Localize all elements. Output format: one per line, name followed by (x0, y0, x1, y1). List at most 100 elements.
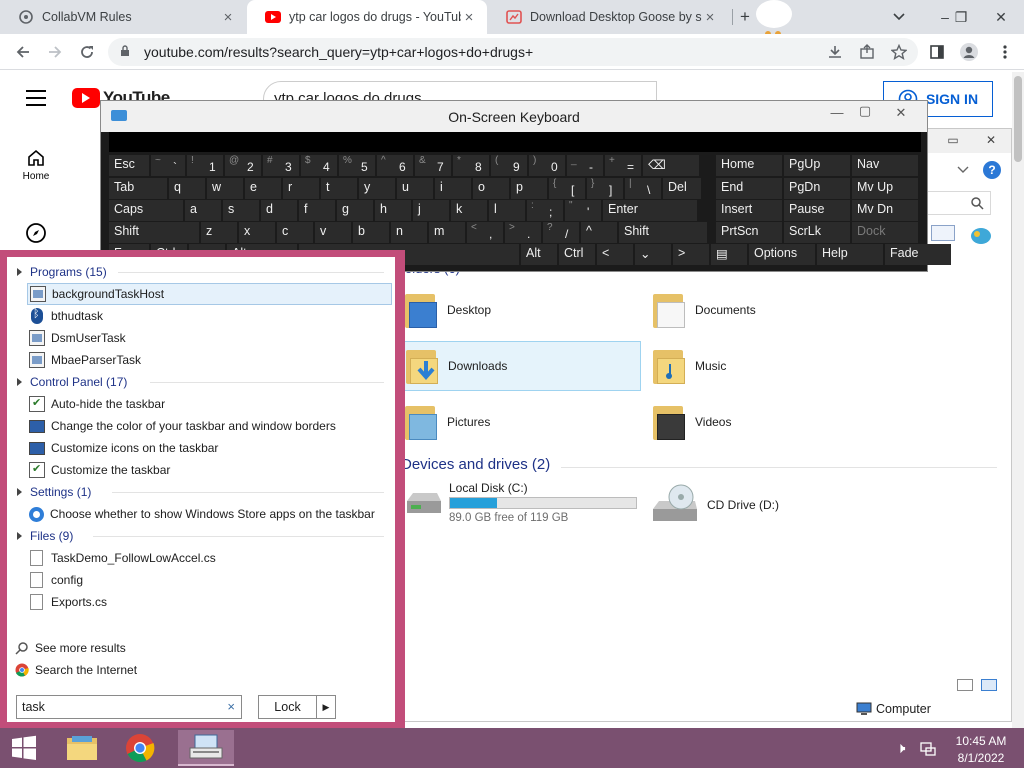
address-bar[interactable]: youtube.com/results?search_query=ytp+car… (108, 38, 918, 66)
osk-key[interactable]: Mv Up (852, 178, 918, 199)
osk-key[interactable]: z (201, 222, 237, 243)
search-result-item[interactable]: DsmUserTask (27, 327, 392, 349)
osk-key[interactable]: Caps (109, 200, 183, 221)
osk-key[interactable]: Home (716, 155, 782, 176)
folder-pictures[interactable]: Pictures (403, 401, 641, 443)
result-category-header[interactable]: Control Panel (17) (17, 375, 127, 389)
osk-key[interactable]: Help (817, 244, 883, 265)
osk-key[interactable]: m (429, 222, 465, 243)
close-tab-icon[interactable]: × (461, 9, 477, 26)
view-icon[interactable] (931, 225, 955, 241)
osk-key[interactable]: h (375, 200, 411, 221)
osk-key[interactable]: }] (587, 178, 623, 199)
osk-key[interactable]: ~ ` (151, 155, 185, 176)
result-category-header[interactable]: Settings (1) (17, 485, 91, 499)
clear-search-icon[interactable]: × (227, 699, 235, 714)
search-result-item[interactable]: config (27, 569, 392, 591)
result-category-header[interactable]: Programs (15) (17, 265, 107, 279)
folder-music[interactable]: Music (651, 345, 889, 387)
osk-key[interactable]: > (673, 244, 709, 265)
help-icon[interactable]: ? (983, 161, 1001, 179)
explorer-close-button[interactable]: ✕ (969, 129, 1013, 153)
see-more-results-link[interactable]: See more results (15, 641, 126, 655)
search-result-item[interactable]: Change the color of your taskbar and win… (27, 415, 392, 437)
osk-key[interactable]: ) 0 (529, 155, 565, 176)
osk-key[interactable]: >. (505, 222, 541, 243)
tab-desktop-goose[interactable]: Download Desktop Goose by sam × (488, 0, 728, 34)
osk-key[interactable]: Del (663, 178, 701, 199)
bookmark-star-icon[interactable] (886, 39, 912, 65)
dropdown-chevron-icon[interactable] (957, 163, 971, 177)
close-window-button[interactable]: ✕ (984, 0, 1018, 34)
osk-key[interactable]: Enter (603, 200, 697, 221)
osk-key[interactable]: <, (467, 222, 503, 243)
drive-local-disk-c[interactable]: Local Disk (C:) 89.0 GB free of 119 GB (403, 481, 643, 529)
osk-key[interactable]: f (299, 200, 335, 221)
forward-arrow-icon[interactable] (42, 39, 68, 65)
osk-key[interactable]: l (489, 200, 525, 221)
close-tab-icon[interactable]: × (702, 9, 718, 26)
osk-key[interactable]: % 5 (339, 155, 375, 176)
folder-desktop[interactable]: Desktop (403, 289, 641, 331)
scrollbar-thumb[interactable] (1014, 76, 1022, 162)
taskbar-chrome[interactable] (112, 730, 168, 766)
osk-key[interactable]: ⌄ (635, 244, 671, 265)
osk-key[interactable]: k (451, 200, 487, 221)
osk-key[interactable]: g (337, 200, 373, 221)
osk-key[interactable]: j (413, 200, 449, 221)
drive-cd-d[interactable]: CD Drive (D:) (651, 481, 889, 529)
network-icon[interactable] (920, 740, 936, 759)
osk-key[interactable]: ^ (581, 222, 617, 243)
osk-key[interactable]: Ctrl (559, 244, 595, 265)
osk-key[interactable]: ? / (543, 222, 579, 243)
osk-key[interactable]: ! 1 (187, 155, 223, 176)
osk-key[interactable]: o (473, 178, 509, 199)
osk-key[interactable]: Dock (852, 222, 918, 243)
osk-key[interactable]: q (169, 178, 205, 199)
install-icon[interactable] (822, 39, 848, 65)
osk-key[interactable]: End (716, 178, 782, 199)
details-view-icon[interactable] (957, 679, 973, 691)
osk-key[interactable]: $4 (301, 155, 337, 176)
osk-key[interactable]: & 7 (415, 155, 451, 176)
taskbar-file-explorer[interactable] (54, 730, 110, 766)
osk-key[interactable]: ⌫ (643, 155, 699, 176)
volume-icon[interactable]: 🕨 (896, 740, 905, 757)
osk-key[interactable]: y (359, 178, 395, 199)
browser-menu-icon[interactable] (992, 39, 1018, 65)
hamburger-menu-icon[interactable] (26, 90, 46, 106)
osk-key[interactable]: Insert (716, 200, 782, 221)
search-result-item[interactable]: Customize the taskbar (27, 459, 392, 481)
search-result-item[interactable]: Choose whether to show Windows Store app… (27, 503, 392, 525)
osk-key[interactable]: ^ 6 (377, 155, 413, 176)
osk-key[interactable]: | \ (625, 178, 661, 199)
share-icon[interactable] (854, 39, 880, 65)
search-result-item[interactable]: TaskDemo_FollowLowAccel.cs (27, 547, 392, 569)
osk-key[interactable]: * 8 (453, 155, 489, 176)
osk-key[interactable]: i (435, 178, 471, 199)
osk-maximize-button[interactable]: ▢ (851, 103, 879, 127)
search-result-item[interactable]: backgroundTaskHost (27, 283, 392, 305)
clock[interactable]: 10:45 AM 8/1/2022 (950, 734, 1012, 765)
osk-key[interactable]: e (245, 178, 281, 199)
osk-key[interactable]: u (397, 178, 433, 199)
osk-key[interactable]: < (597, 244, 633, 265)
osk-key[interactable]: d (261, 200, 297, 221)
restore-button[interactable]: ❐ (944, 0, 978, 34)
power-options-arrow-icon[interactable]: ▶ (317, 702, 335, 713)
close-tab-icon[interactable]: × (220, 9, 236, 26)
osk-close-button[interactable]: ✕ (887, 105, 915, 129)
gallery-icon[interactable] (969, 223, 993, 245)
osk-minimize-button[interactable]: — (823, 105, 851, 129)
osk-key[interactable]: (9 (491, 155, 527, 176)
osk-key[interactable]: " ' (565, 200, 601, 221)
osk-key[interactable]: :; (527, 200, 563, 221)
sidebar-item-home[interactable]: Home (14, 148, 58, 182)
osk-key[interactable]: w (207, 178, 243, 199)
profile-avatar-icon[interactable] (956, 39, 982, 65)
osk-key[interactable]: s (223, 200, 259, 221)
search-result-item[interactable]: bthudtask (27, 305, 392, 327)
osk-key[interactable]: PgUp (784, 155, 850, 176)
osk-key[interactable]: t (321, 178, 357, 199)
search-result-item[interactable]: Auto-hide the taskbar (27, 393, 392, 415)
